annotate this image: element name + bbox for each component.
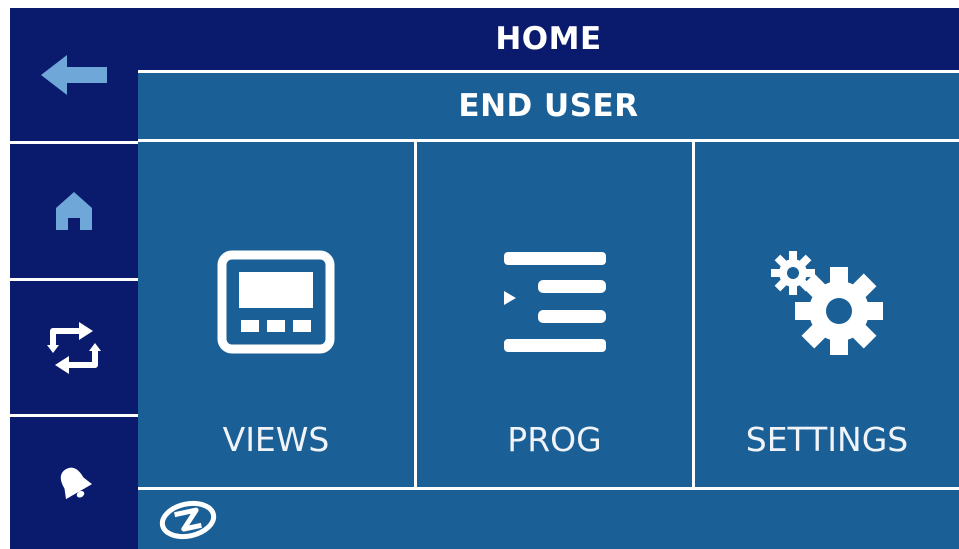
sync-button[interactable] <box>10 281 138 414</box>
settings-label: SETTINGS <box>745 420 909 459</box>
arrow-left-icon <box>41 54 107 95</box>
alarm-button[interactable] <box>10 417 138 549</box>
screen: HOME END USER VIEWS PROG SETTINGS <box>10 8 959 549</box>
home-icon <box>56 192 92 230</box>
prog-label: PROG <box>507 420 602 459</box>
page-title: HOME <box>138 8 959 70</box>
bell-icon <box>60 467 92 500</box>
brand-logo-icon <box>159 500 217 540</box>
status-bar <box>138 490 959 549</box>
gears-icon <box>771 251 883 355</box>
user-level-label: END USER <box>138 73 959 139</box>
settings-tile[interactable]: SETTINGS <box>695 142 959 487</box>
prog-tile[interactable]: PROG <box>417 142 692 487</box>
home-button[interactable] <box>10 144 138 278</box>
main-panel: HOME END USER VIEWS PROG SETTINGS <box>138 8 959 549</box>
display-icon <box>217 250 335 354</box>
program-list-icon <box>503 252 606 352</box>
back-button[interactable] <box>10 8 138 141</box>
sidebar <box>10 8 138 549</box>
views-tile[interactable]: VIEWS <box>138 142 414 487</box>
views-label: VIEWS <box>222 420 330 459</box>
sync-icon <box>47 321 101 374</box>
